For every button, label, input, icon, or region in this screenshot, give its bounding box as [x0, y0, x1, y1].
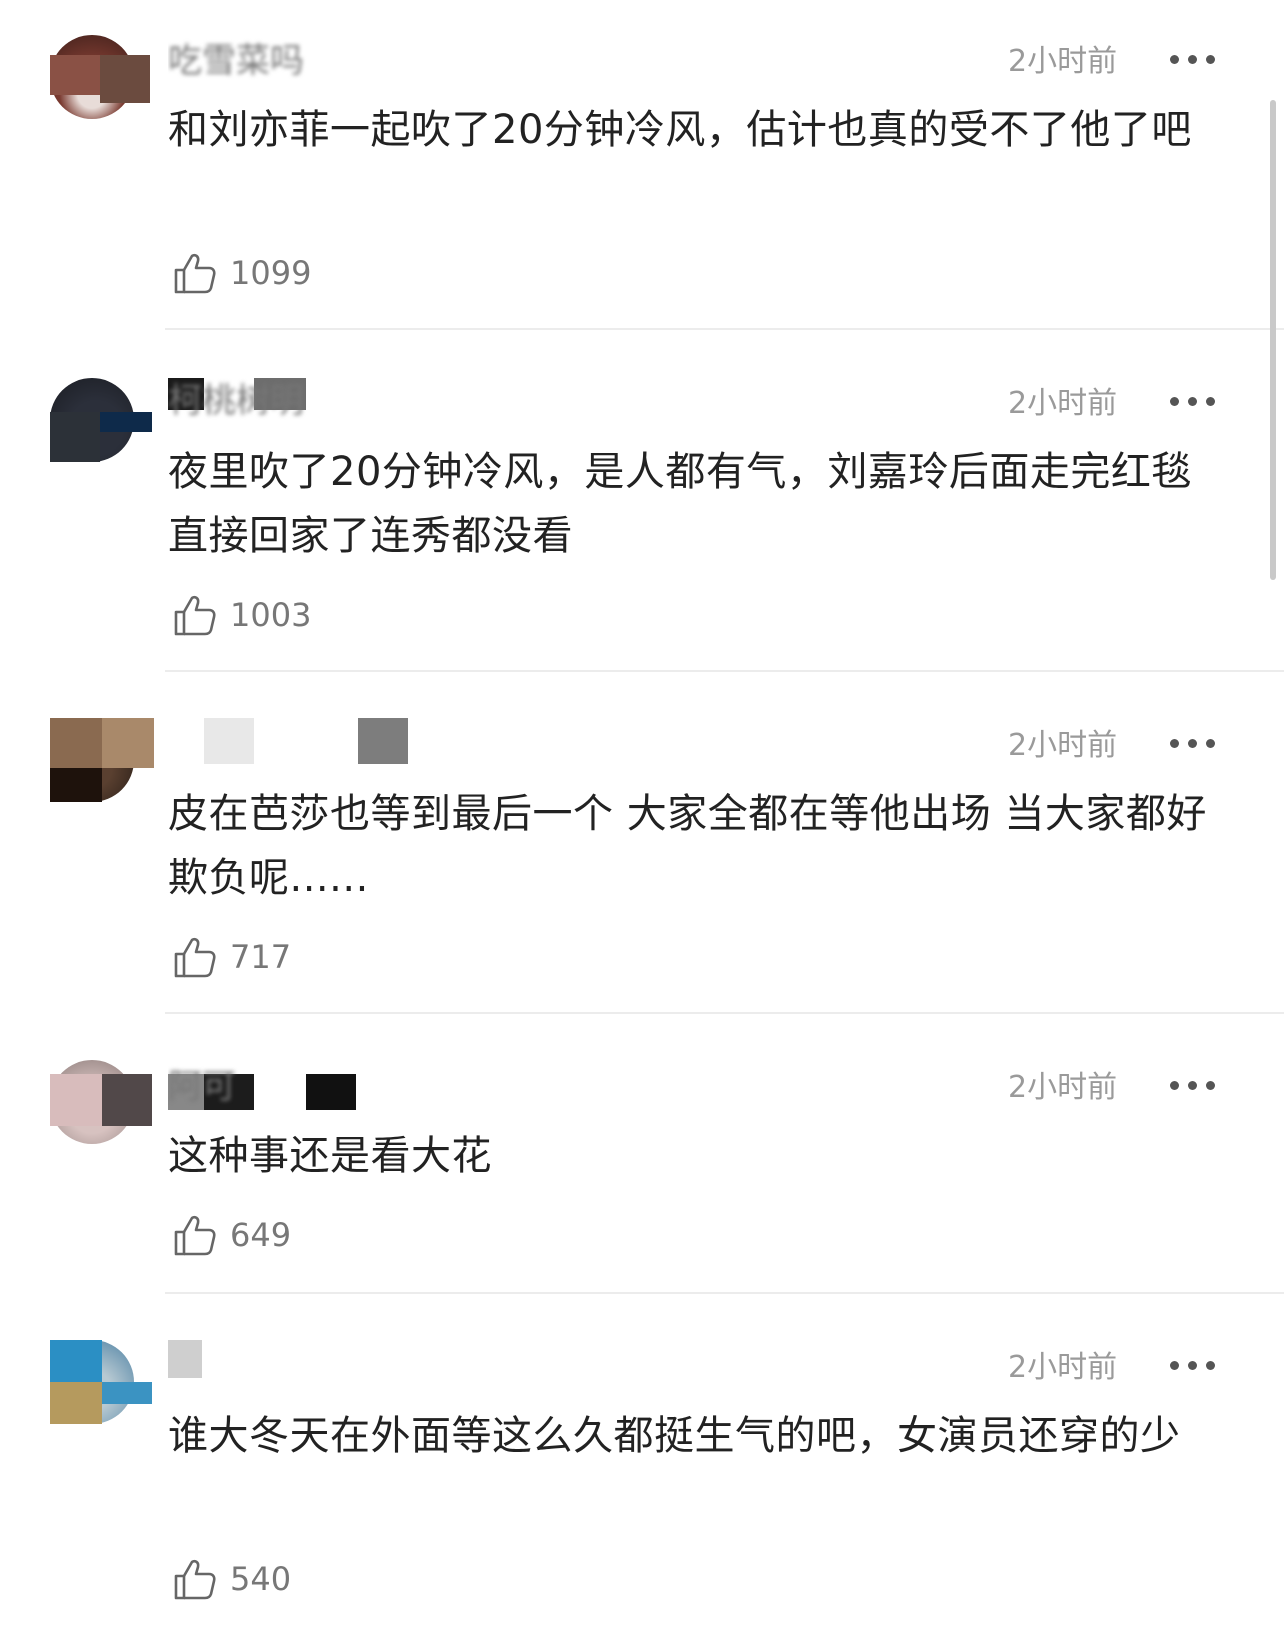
like-count: 649 [230, 1216, 292, 1254]
avatar[interactable] [50, 718, 154, 802]
timestamp: 2小时前 [1008, 728, 1118, 763]
like-count: 717 [230, 938, 292, 976]
divider [165, 1292, 1284, 1294]
username[interactable] [168, 718, 468, 764]
divider [165, 328, 1284, 330]
thumbs-up-icon [174, 595, 216, 636]
username[interactable]: 吃雪菜吗 [168, 38, 468, 84]
avatar[interactable] [50, 1340, 152, 1424]
divider [165, 1012, 1284, 1014]
more-dots-icon[interactable] [1170, 1079, 1218, 1091]
more-dots-icon[interactable] [1170, 395, 1218, 407]
timestamp: 2小时前 [1008, 386, 1118, 421]
divider [165, 670, 1284, 672]
timestamp: 2小时前 [1008, 1350, 1118, 1385]
thumbs-up-icon [174, 253, 216, 294]
username[interactable]: 阿可 [168, 1064, 468, 1110]
timestamp: 2小时前 [1008, 44, 1118, 79]
comment-text: 这种事还是看大花 [168, 1133, 492, 1179]
thumbs-up-icon [174, 1559, 216, 1600]
scrollbar[interactable] [1270, 100, 1276, 580]
avatar[interactable] [50, 378, 152, 462]
like-count: 540 [230, 1560, 292, 1598]
comment-text: 夜里吹了20分钟冷风，是人都有气，刘嘉玲后面走完红毯直接回家了连秀都没看 [168, 449, 1192, 559]
avatar[interactable] [50, 35, 150, 119]
thumbs-up-icon [174, 1215, 216, 1256]
thumbs-up-icon [174, 937, 216, 978]
more-dots-icon[interactable] [1170, 53, 1218, 65]
username[interactable] [168, 1340, 468, 1386]
more-dots-icon[interactable] [1170, 737, 1218, 749]
comment-text: 谁大冬天在外面等这么久都挺生气的吧，女演员还穿的少 [168, 1413, 1181, 1459]
timestamp: 2小时前 [1008, 1070, 1118, 1105]
username[interactable]: 柯桃树明 [168, 378, 468, 424]
comment-text: 皮在芭莎也等到最后一个 大家全都在等他出场 当大家都好欺负呢...... [168, 791, 1207, 901]
comment-text: 和刘亦菲一起吹了20分钟冷风，估计也真的受不了他了吧 [168, 107, 1192, 153]
like-count: 1003 [230, 596, 312, 634]
more-dots-icon[interactable] [1170, 1359, 1218, 1371]
like-count: 1099 [230, 254, 312, 292]
avatar[interactable] [50, 1060, 152, 1144]
